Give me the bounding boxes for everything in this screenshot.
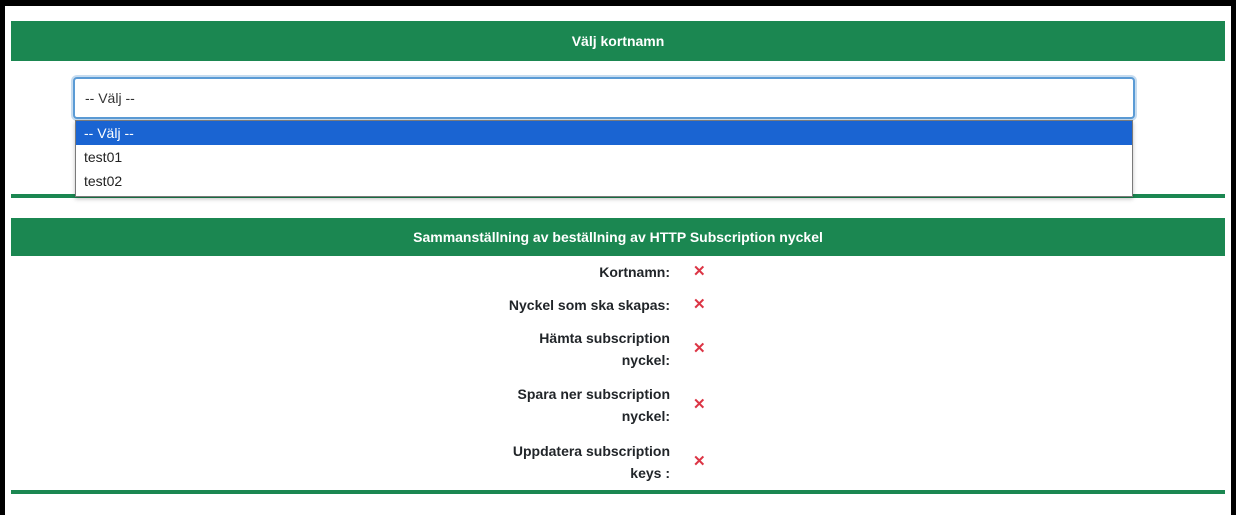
summary-label: Nyckel som ska skapas: xyxy=(508,297,670,313)
shortname-dropdown-list: -- Välj -- test01 test02 xyxy=(75,120,1133,197)
dropdown-option-test02[interactable]: test02 xyxy=(76,169,1132,193)
summary-label: Hämta subscription nyckel: xyxy=(539,330,670,368)
summary-header: Sammanställning av beställning av HTTP S… xyxy=(11,218,1225,256)
dropdown-option-placeholder[interactable]: -- Välj -- xyxy=(76,121,1132,145)
status-x-icon: ✕ xyxy=(693,263,706,280)
status-x-icon: ✕ xyxy=(693,453,706,470)
summary-label: Spara ner subscription nyckel: xyxy=(517,386,670,424)
status-x-icon: ✕ xyxy=(693,340,706,357)
select-shortname-title: Välj kortnamn xyxy=(571,33,665,49)
bottom-divider xyxy=(11,490,1225,494)
summary-label: Kortnamn: xyxy=(599,264,670,280)
status-x-icon: ✕ xyxy=(693,296,706,313)
summary-label: Uppdatera subscription keys : xyxy=(512,443,670,481)
select-shortname-header: Välj kortnamn xyxy=(11,21,1225,61)
summary-title: Sammanställning av beställning av HTTP S… xyxy=(413,229,823,245)
status-x-icon: ✕ xyxy=(693,396,706,413)
shortname-select[interactable]: -- Välj -- xyxy=(73,77,1135,119)
dropdown-option-test01[interactable]: test01 xyxy=(76,145,1132,169)
shortname-select-value: -- Välj -- xyxy=(85,90,135,106)
